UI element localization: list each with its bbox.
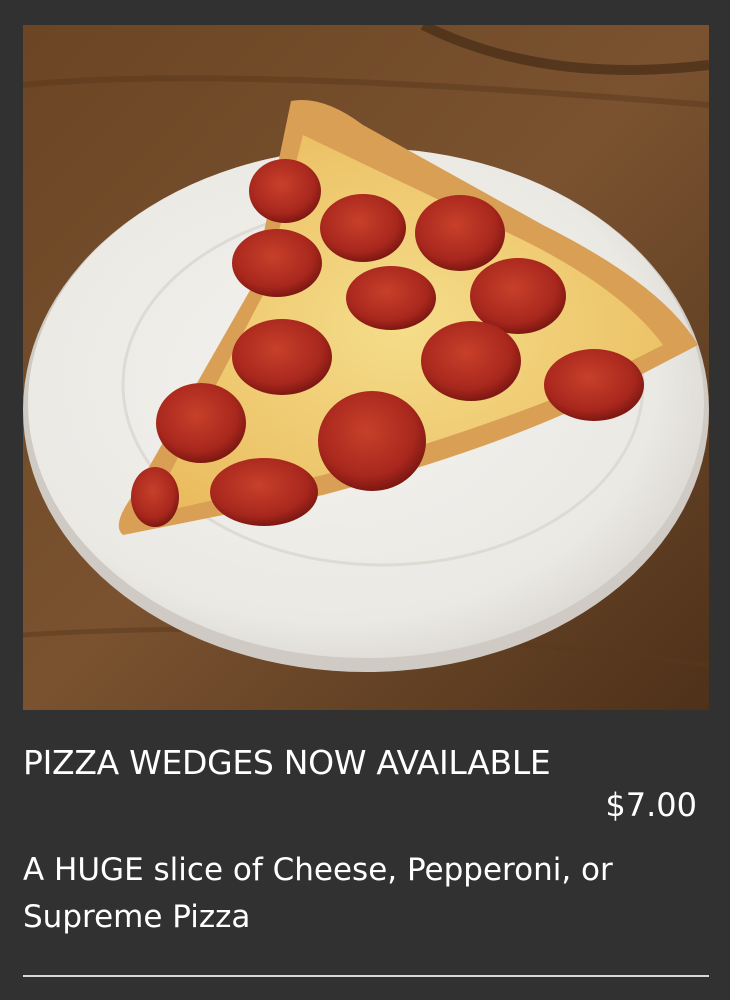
menu-item-card[interactable]: PIZZA WEDGES NOW AVAILABLE $7.00 A HUGE … (0, 0, 730, 1000)
item-price: $7.00 (605, 786, 697, 824)
item-title: PIZZA WEDGES NOW AVAILABLE (23, 743, 551, 782)
item-description: A HUGE slice of Cheese, Pepperoni, or Su… (23, 852, 613, 935)
divider (23, 975, 709, 977)
pizza-slice-photo[interactable] (23, 25, 709, 710)
